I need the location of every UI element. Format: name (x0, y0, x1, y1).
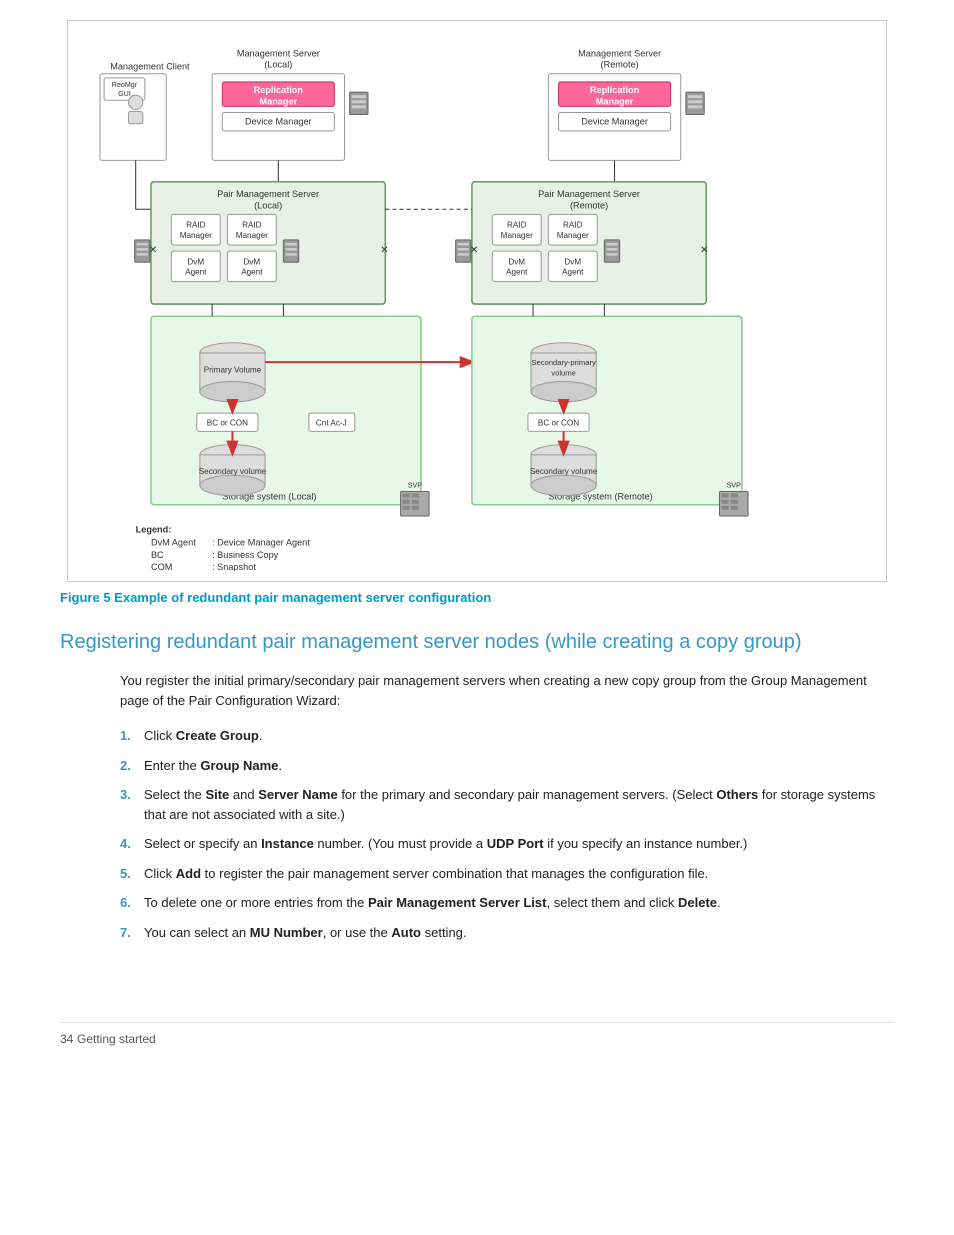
svg-text:: Business Copy: : Business Copy (212, 550, 279, 560)
step-1-num: 1. (120, 726, 144, 746)
svg-text:Secondary volume: Secondary volume (199, 467, 267, 476)
svg-text:Secondary volume: Secondary volume (530, 467, 598, 476)
svg-text:Secondary-primary: Secondary-primary (531, 358, 596, 367)
svg-text:Replication: Replication (254, 85, 304, 95)
svg-text:Manager: Manager (501, 231, 533, 240)
section-heading: Registering redundant pair management se… (60, 629, 894, 655)
svg-text:✕: ✕ (149, 245, 158, 256)
svg-text:(Remote): (Remote) (601, 60, 639, 70)
step-3: 3. Select the Site and Server Name for t… (120, 785, 894, 824)
svg-text:✕: ✕ (470, 245, 479, 256)
step-2: 2. Enter the Group Name. (120, 756, 894, 776)
svg-text:Agent: Agent (241, 268, 263, 277)
svg-text:DvM: DvM (243, 257, 260, 266)
svg-text:: Snapshot: : Snapshot (212, 562, 256, 571)
step-3-num: 3. (120, 785, 144, 805)
intro-text: You register the initial primary/seconda… (120, 671, 894, 710)
step-6: 6. To delete one or more entries from th… (120, 893, 894, 913)
svg-text:SVP: SVP (727, 481, 742, 489)
svg-text:Replication: Replication (590, 85, 640, 95)
footer-section: Getting started (77, 1032, 156, 1046)
step-4: 4. Select or specify an Instance number.… (120, 834, 894, 854)
svg-text:Management Client: Management Client (110, 62, 190, 72)
svg-text:(Local): (Local) (254, 200, 282, 210)
step-6-num: 6. (120, 893, 144, 913)
figure-caption: Figure 5 Example of redundant pair manag… (60, 590, 894, 605)
svg-text:RAID: RAID (563, 221, 583, 230)
svg-text:DvM: DvM (508, 257, 525, 266)
svg-text:Management Server: Management Server (237, 48, 320, 58)
svg-text:Device Manager: Device Manager (581, 117, 648, 127)
step-7-num: 7. (120, 923, 144, 943)
step-2-text: Enter the Group Name. (144, 756, 282, 776)
svg-text:Manager: Manager (596, 96, 634, 106)
step-7: 7. You can select an MU Number, or use t… (120, 923, 894, 943)
diagram-svg: Management Client Management Server (Loc… (78, 31, 876, 571)
svg-text:: Device Manager Agent: : Device Manager Agent (212, 538, 310, 548)
svg-text:Pair Management Server: Pair Management Server (217, 189, 319, 199)
step-5-num: 5. (120, 864, 144, 884)
step-2-num: 2. (120, 756, 144, 776)
svg-text:Agent: Agent (506, 268, 528, 277)
step-5-text: Click Add to register the pair managemen… (144, 864, 708, 884)
svg-text:(Remote): (Remote) (570, 200, 608, 210)
svg-text:DvM: DvM (187, 257, 204, 266)
step-7-text: You can select an MU Number, or use the … (144, 923, 467, 943)
svg-text:BC or CON: BC or CON (538, 418, 579, 427)
svg-text:RAID: RAID (186, 221, 206, 230)
svg-text:Manager: Manager (180, 231, 212, 240)
svg-text:Agent: Agent (185, 268, 207, 277)
svg-text:✕: ✕ (700, 245, 709, 256)
svg-text:Cnt Ac-J: Cnt Ac-J (316, 418, 347, 427)
svg-text:COM: COM (151, 562, 172, 571)
svg-text:Agent: Agent (562, 268, 584, 277)
step-3-text: Select the Site and Server Name for the … (144, 785, 894, 824)
svg-text:ReoMgr: ReoMgr (112, 81, 138, 89)
step-4-num: 4. (120, 834, 144, 854)
svg-text:Manager: Manager (557, 231, 589, 240)
svg-text:BC or CON: BC or CON (207, 418, 248, 427)
step-5: 5. Click Add to register the pair manage… (120, 864, 894, 884)
svg-text:BC: BC (151, 550, 164, 560)
svg-text:✕: ✕ (380, 245, 389, 256)
svg-text:RAID: RAID (242, 221, 262, 230)
svg-text:Management Server: Management Server (578, 48, 661, 58)
svg-text:Manager: Manager (236, 231, 268, 240)
steps-list: 1. Click Create Group. 2. Enter the Grou… (120, 726, 894, 942)
svg-text:Manager: Manager (259, 96, 297, 106)
svg-text:GUI: GUI (118, 90, 131, 98)
footer-page-num: 34 (60, 1032, 73, 1046)
svg-text:Legend:: Legend: (136, 524, 172, 534)
svg-text:Device Manager: Device Manager (245, 117, 312, 127)
svg-text:DvM: DvM (564, 257, 581, 266)
step-4-text: Select or specify an Instance number. (Y… (144, 834, 747, 854)
svg-text:DvM Agent: DvM Agent (151, 538, 196, 548)
step-1: 1. Click Create Group. (120, 726, 894, 746)
diagram-container: Management Client Management Server (Loc… (67, 20, 887, 582)
step-1-text: Click Create Group. (144, 726, 262, 746)
svg-text:RAID: RAID (507, 221, 527, 230)
svg-text:SVP: SVP (408, 481, 423, 489)
step-6-text: To delete one or more entries from the P… (144, 893, 721, 913)
svg-text:Primary Volume: Primary Volume (204, 365, 262, 374)
svg-text:(Local): (Local) (264, 60, 292, 70)
svg-text:volume: volume (551, 368, 576, 377)
svg-text:Pair Management Server: Pair Management Server (538, 189, 640, 199)
